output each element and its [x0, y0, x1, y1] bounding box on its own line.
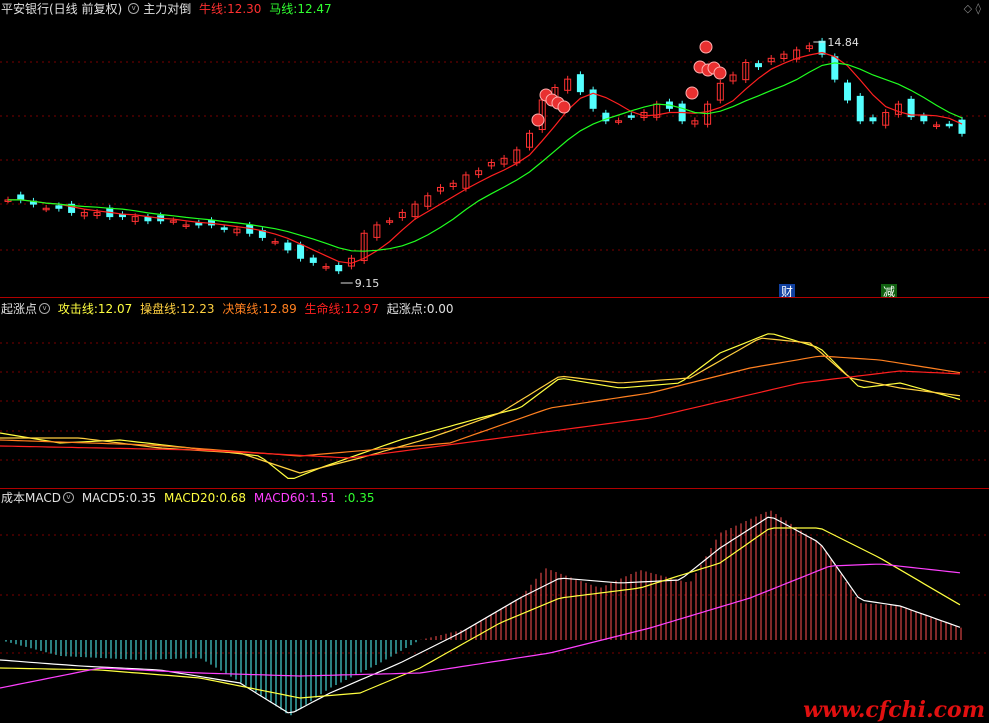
- candle-body: [754, 63, 762, 68]
- macd60-value: 1.51: [309, 491, 336, 505]
- candle-body: [144, 216, 152, 222]
- signal-ball-icon: [699, 40, 713, 54]
- candle-body: [831, 56, 839, 80]
- signal-ball-icon: [685, 86, 699, 100]
- caopan-value: 12.23: [180, 302, 215, 316]
- macd20-value: 0.68: [219, 491, 247, 505]
- ma-line: [8, 62, 963, 252]
- candle-body: [627, 115, 635, 118]
- macd-header: 成本MACD v MACD5:0.35 MACD20:0.68 MACD60:1.…: [0, 489, 378, 509]
- candle-body: [920, 115, 928, 122]
- qizhang-header: 起涨点 v 攻击线:12.07 操盘线:12.23 决策线:12.89 生命线:1…: [0, 300, 458, 320]
- signal-ball-icon: [531, 113, 545, 127]
- shengming-value: 12.97: [344, 302, 379, 316]
- shengming-label: 生命线:: [304, 302, 345, 316]
- low-label: 9.15: [355, 277, 380, 290]
- gongji-line: [0, 333, 961, 479]
- juece-label: 决策线:: [222, 302, 263, 316]
- security-title: 平安银行(日线 前复权): [1, 2, 123, 16]
- indicator-menu-icon[interactable]: v: [39, 303, 51, 314]
- candlestick-chart[interactable]: 14.849.15财减: [0, 0, 989, 298]
- main-chart-header: 平安银行(日线 前复权) v 主力对倒 牛线:12.30 马线:12.47: [0, 0, 336, 20]
- macd20-label: MACD20:: [164, 491, 220, 505]
- candle-body: [220, 227, 228, 230]
- macd-name[interactable]: 成本MACD: [1, 491, 61, 505]
- main-chart-panel[interactable]: 14.84 9.15 财减 平安银行(日线 前复权) v 主力对倒 牛线:12.30 马…: [0, 0, 989, 298]
- qizhang-name[interactable]: 起涨点: [1, 302, 37, 316]
- ma-value: 12.47: [297, 2, 332, 16]
- macd60-label: MACD60:: [253, 491, 310, 505]
- candle-body: [195, 222, 203, 226]
- indicator-menu-icon[interactable]: v: [128, 3, 140, 14]
- candle-body: [55, 205, 63, 209]
- qizhang-point-label: 起涨点:: [386, 302, 427, 316]
- qizhang-point-value: 0.00: [426, 302, 454, 316]
- candle-body: [958, 119, 966, 134]
- candle-body: [335, 265, 343, 272]
- extra-value: 0.35: [347, 491, 375, 505]
- niu-line: [8, 51, 963, 264]
- gongji-value: 12.07: [97, 302, 133, 316]
- niu-label: 牛线:: [199, 2, 228, 16]
- candle-body: [856, 95, 864, 122]
- candle-body: [869, 117, 877, 122]
- candle-body: [17, 194, 25, 201]
- candle-body: [309, 257, 317, 263]
- candle-body: [284, 242, 292, 251]
- macd5-label: MACD5:: [81, 491, 130, 505]
- niu-value: 12.30: [227, 2, 262, 16]
- indicator-name[interactable]: 主力对倒: [143, 2, 191, 16]
- gongji-label: 攻击线:: [57, 302, 98, 316]
- macd-chart[interactable]: [0, 488, 989, 723]
- caopan-line: [0, 337, 961, 474]
- ma-label: 马线:: [269, 2, 298, 16]
- qizhang-panel[interactable]: 起涨点 v 攻击线:12.07 操盘线:12.23 决策线:12.89 生命线:1…: [0, 298, 989, 488]
- candle-body: [576, 74, 584, 93]
- indicator-menu-icon[interactable]: v: [62, 492, 74, 503]
- candle-body: [297, 244, 305, 259]
- watermark: www.cfchi.com: [803, 697, 985, 723]
- candle-body: [945, 123, 953, 127]
- panel-resize-icon[interactable]: ◇ ◊: [964, 2, 981, 15]
- candle-body: [844, 82, 852, 101]
- caopan-label: 操盘线:: [140, 302, 181, 316]
- high-label: 14.84: [827, 36, 859, 49]
- signal-ball-icon: [713, 66, 727, 80]
- signal-ball-icon: [557, 100, 571, 114]
- qizhang-chart[interactable]: [0, 298, 989, 488]
- macd-panel[interactable]: 成本MACD v MACD5:0.35 MACD20:0.68 MACD60:1.…: [0, 488, 989, 723]
- juece-value: 12.89: [262, 302, 297, 316]
- macd5-value: 0.35: [129, 491, 157, 505]
- candle-body: [118, 214, 126, 218]
